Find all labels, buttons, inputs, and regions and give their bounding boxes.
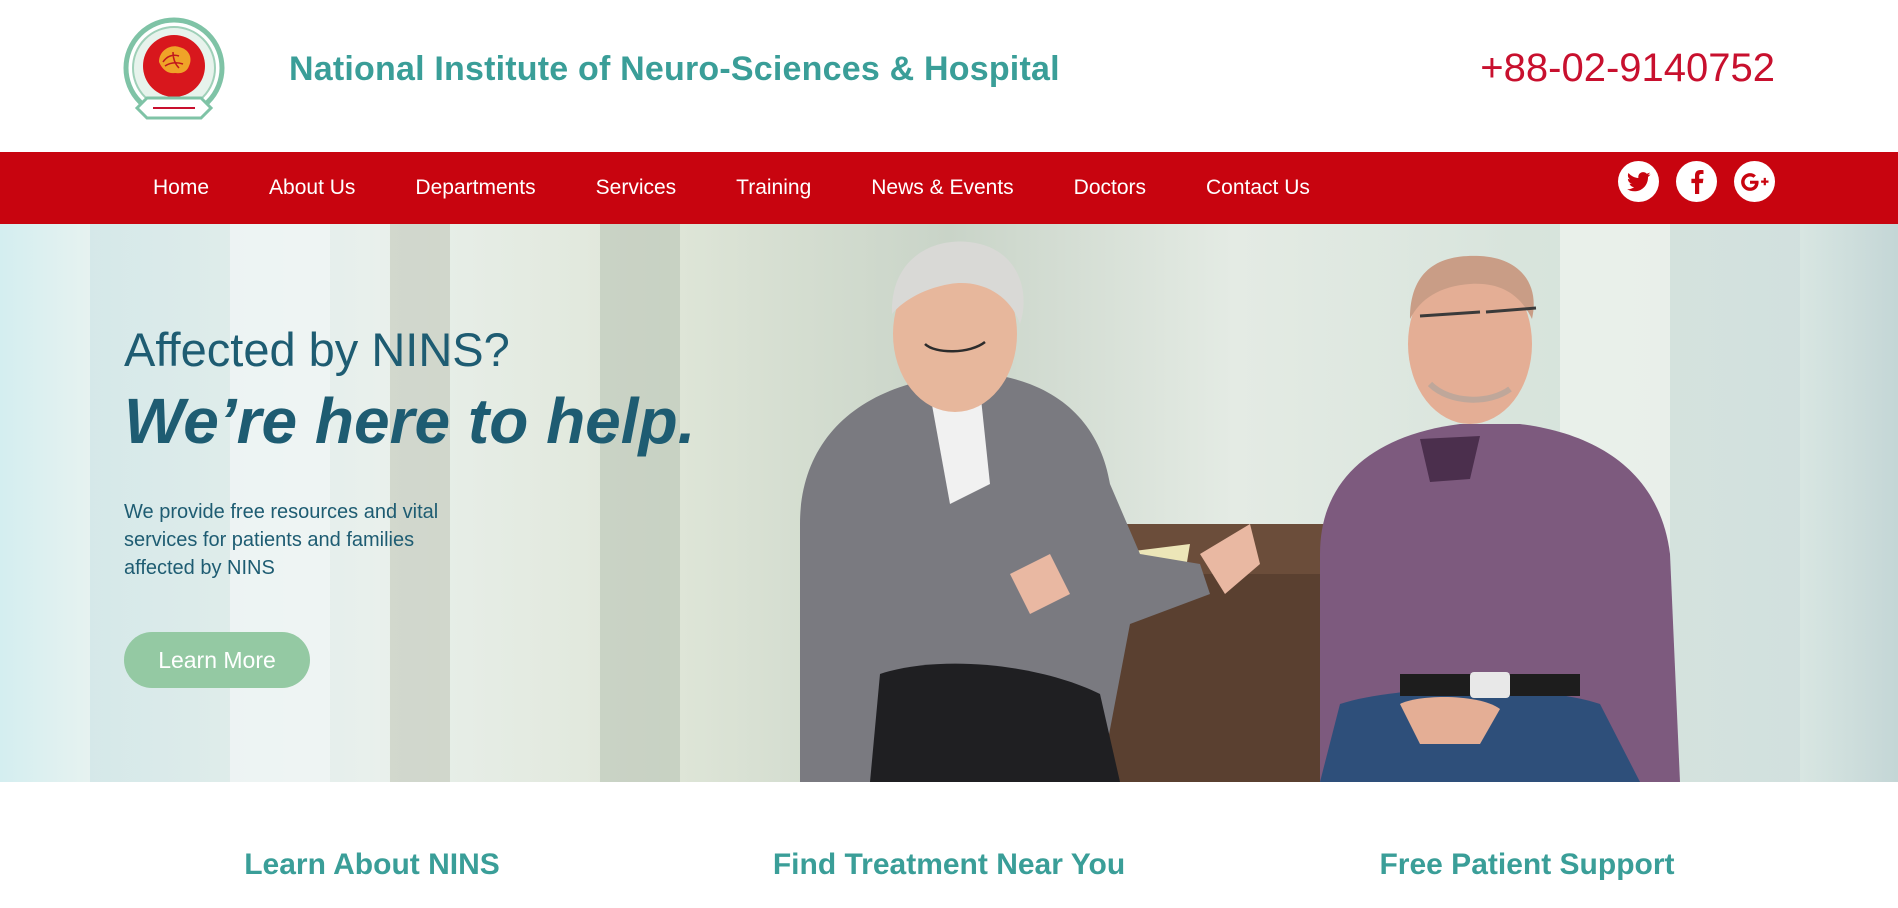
background-blur	[600, 224, 680, 782]
site-header: National Institute of Neuro-Sciences & H…	[0, 0, 1898, 152]
feature-patient-support[interactable]: Free Patient Support	[1379, 848, 1674, 882]
phone-number[interactable]: +88-02-9140752	[1480, 46, 1775, 91]
nav-item-services[interactable]: Services	[566, 152, 707, 224]
nav-menu: Home About Us Departments Services Train…	[123, 152, 1340, 224]
nav-item-training[interactable]: Training	[706, 152, 841, 224]
nav-item-about-us[interactable]: About Us	[239, 152, 385, 224]
site-title[interactable]: National Institute of Neuro-Sciences & H…	[289, 50, 1060, 89]
feature-learn-about-nins[interactable]: Learn About NINS	[244, 848, 500, 882]
learn-more-button[interactable]: Learn More	[124, 632, 310, 688]
hero-title: We’re here to help.	[124, 385, 696, 457]
features-section: Learn About NINS Find Treatment Near You…	[0, 782, 1898, 908]
facebook-icon[interactable]	[1676, 161, 1717, 202]
nav-item-departments[interactable]: Departments	[385, 152, 565, 224]
nav-item-news-events[interactable]: News & Events	[841, 152, 1043, 224]
social-links	[1618, 161, 1775, 202]
nav-item-contact-us[interactable]: Contact Us	[1176, 152, 1340, 224]
nav-item-doctors[interactable]: Doctors	[1044, 152, 1176, 224]
main-nav: Home About Us Departments Services Train…	[0, 152, 1898, 224]
background-blur	[0, 224, 90, 782]
twitter-icon[interactable]	[1618, 161, 1659, 202]
nins-logo[interactable]	[123, 16, 225, 130]
hero-photo	[800, 241, 1680, 782]
hero-description: We provide free resources and vital serv…	[124, 501, 439, 579]
feature-find-treatment[interactable]: Find Treatment Near You	[773, 848, 1125, 882]
google-plus-icon[interactable]	[1734, 161, 1775, 202]
hero-pre-title: Affected by NINS?	[124, 323, 510, 376]
hero-banner: Affected by NINS? We’re here to help. We…	[0, 224, 1898, 782]
nav-item-home[interactable]: Home	[123, 152, 239, 224]
